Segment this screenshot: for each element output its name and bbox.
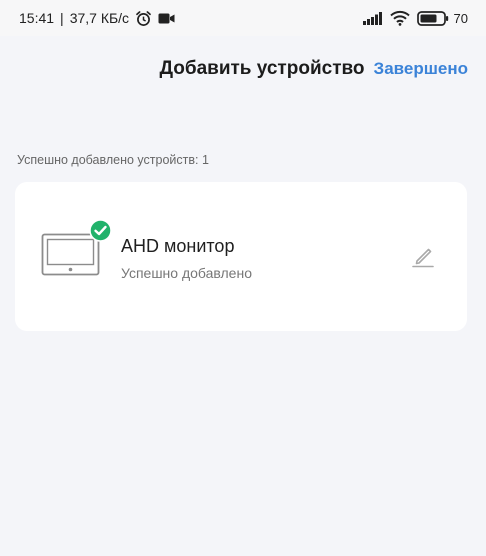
status-network-speed: 37,7 КБ/с — [69, 10, 130, 26]
pencil-icon — [412, 248, 434, 268]
header: Добавить устройство Завершено — [0, 36, 486, 102]
battery-level: 70 — [453, 10, 468, 26]
status-left: 15:41 | 37,7 КБ/с — [19, 10, 175, 27]
page-title: Добавить устройство — [159, 58, 365, 79]
edit-button[interactable] — [411, 244, 435, 268]
status-bar: 15:41 | 37,7 КБ/с 70 — [0, 0, 486, 36]
device-card[interactable]: AHD монитор Успешно добавлено — [15, 182, 467, 331]
wifi-icon — [389, 10, 410, 26]
video-camera-icon — [158, 13, 175, 23]
check-icon — [89, 219, 112, 242]
signal-icon — [362, 11, 382, 25]
status-right: 70 — [362, 10, 468, 26]
battery-icon — [416, 10, 448, 26]
device-status: Успешно добавлено — [121, 265, 252, 281]
status-separator: | — [60, 10, 64, 26]
done-button[interactable]: Завершено — [374, 59, 468, 79]
status-time: 15:41 — [19, 10, 55, 26]
alarm-icon — [136, 10, 151, 26]
screen: 15:41 | 37,7 КБ/с 70 Добавить устройство… — [0, 0, 486, 556]
device-name: AHD монитор — [121, 236, 235, 256]
added-devices-summary: Успешно добавлено устройств: 1 — [17, 153, 209, 167]
